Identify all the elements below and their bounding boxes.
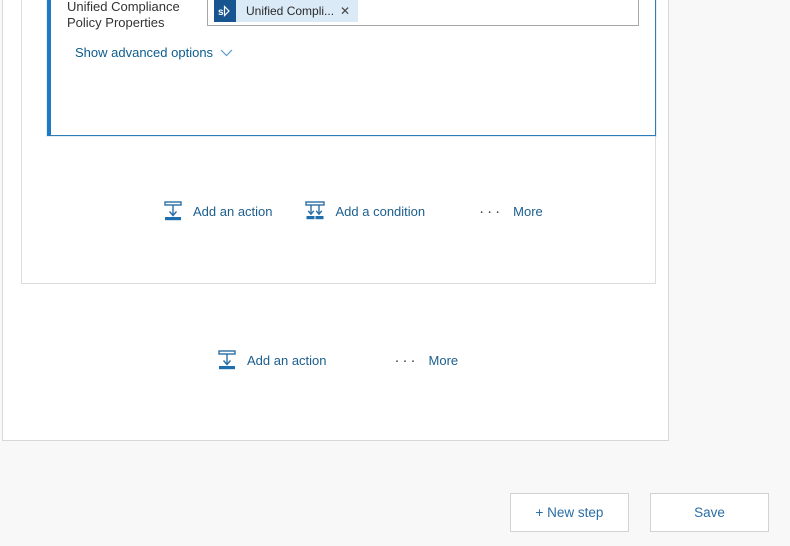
field-input-unified-compliance-policy-properties[interactable]: s Unified Compli... ✕	[207, 0, 639, 26]
more-label-outer: More	[428, 352, 459, 368]
sharepoint-icon: s	[214, 0, 236, 22]
flow-designer-panel: Title Title Is My Documents No	[2, 0, 669, 441]
ellipsis-icon: ···	[394, 351, 419, 369]
show-advanced-options-label: Show advanced options	[75, 45, 214, 60]
flow-action-card-body: Title Title Is My Documents No	[51, 0, 655, 135]
more-label-inner: More	[513, 203, 543, 219]
add-an-action-link-inner[interactable]: Add an action	[162, 200, 273, 222]
add-a-condition-label: Add a condition	[335, 203, 426, 219]
show-advanced-options-link[interactable]: Show advanced options	[75, 45, 233, 60]
svg-text:s: s	[218, 7, 224, 18]
add-a-condition-link[interactable]: Add a condition	[303, 200, 426, 222]
token-chip-unified-compliance[interactable]: s Unified Compli... ✕	[214, 0, 359, 22]
field-row-unified-compliance-policy-properties: Unified Compliance Policy Properties s U…	[67, 0, 639, 31]
add-an-action-link-outer[interactable]: Add an action	[216, 349, 327, 371]
add-condition-icon	[303, 200, 327, 222]
flow-action-card[interactable]: Title Title Is My Documents No	[47, 0, 656, 136]
ellipsis-icon: ···	[479, 202, 504, 220]
save-button[interactable]: Save	[650, 493, 769, 532]
flow-step-group: Title Title Is My Documents No	[21, 0, 656, 284]
inner-action-toolbar: Add an action Add a condition ··· More	[162, 200, 543, 222]
close-icon[interactable]: ✕	[340, 5, 358, 17]
add-action-icon	[216, 349, 238, 371]
new-step-button[interactable]: + New step	[510, 493, 629, 532]
add-action-icon	[162, 200, 184, 222]
chevron-down-icon	[220, 45, 233, 60]
outer-action-toolbar: Add an action ··· More	[216, 349, 458, 371]
more-link-outer[interactable]: ··· More	[395, 353, 459, 368]
add-an-action-label-outer: Add an action	[247, 352, 327, 368]
field-label-unified-compliance-policy-properties: Unified Compliance Policy Properties	[67, 0, 180, 30]
token-chip-unified-compliance-label: Unified Compli...	[246, 4, 335, 18]
add-an-action-label-inner: Add an action	[193, 203, 273, 219]
command-bar: + New step Save	[0, 493, 790, 538]
more-link-inner[interactable]: ··· More	[479, 204, 543, 219]
